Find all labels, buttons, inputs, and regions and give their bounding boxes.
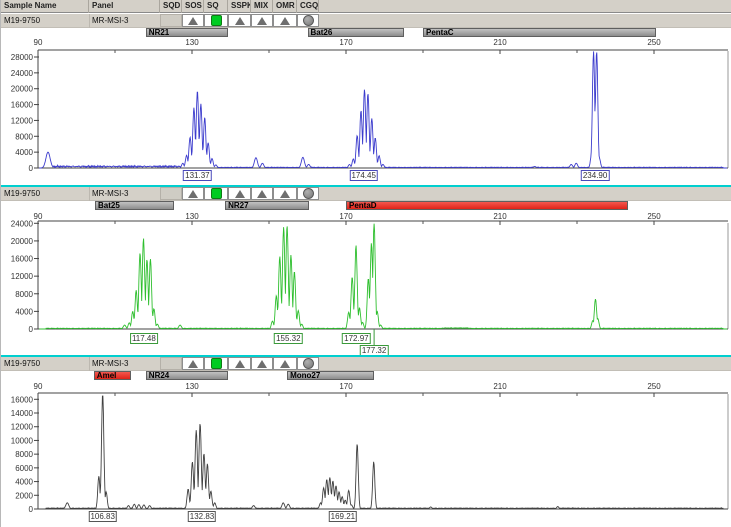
y-axis-tick-label: 4000: [15, 307, 33, 316]
y-axis-tick-label: 16000: [11, 255, 34, 264]
trace-line: [39, 51, 727, 168]
x-axis-tick-label: 250: [647, 212, 661, 221]
x-axis-tick-label: 90: [34, 382, 43, 391]
sample-panel-2: M19-9750MR-MSI-3Bat25NR27PentaD901301702…: [1, 187, 731, 355]
y-axis-tick-label: 0: [29, 164, 34, 173]
trace-line: [39, 224, 727, 329]
y-axis-tick-label: 16000: [11, 101, 34, 110]
y-axis-tick-label: 12000: [11, 116, 34, 125]
peak-size-label[interactable]: 169.21: [329, 511, 357, 522]
y-axis-tick-label: 8000: [15, 132, 33, 141]
column-header-sspk: SSPK: [228, 0, 251, 13]
x-axis-tick-label: 130: [185, 38, 199, 47]
column-header-mix: MIX: [251, 0, 273, 13]
y-axis-tick-label: 8000: [15, 290, 33, 299]
peak-size-label[interactable]: 155.32: [274, 333, 302, 344]
y-axis-tick-label: 6000: [15, 464, 33, 473]
sample-panel-3: M19-9750MR-MSI-3AmelNR24Mono279013017021…: [1, 357, 731, 527]
x-axis-tick-label: 170: [339, 382, 353, 391]
x-axis-tick-label: 130: [185, 212, 199, 221]
electropherogram-plot[interactable]: 90 130 170 210 250 0 4000 8000 12000 16000 20000 24…: [1, 187, 731, 355]
trace-line: [39, 396, 727, 509]
column-header-sample-name: Sample Name: [1, 0, 89, 13]
y-axis-tick-label: 0: [29, 505, 34, 514]
panel-separator: [1, 185, 731, 187]
column-header-sq: SQ: [204, 0, 228, 13]
x-axis-tick-label: 130: [185, 382, 199, 391]
x-axis-tick-label: 90: [34, 212, 43, 221]
column-header-omr: OMR: [273, 0, 297, 13]
y-axis-tick-label: 12000: [11, 423, 34, 432]
x-axis-tick-label: 210: [493, 38, 507, 47]
y-axis-tick-label: 20000: [11, 85, 34, 94]
column-header-sos: SOS: [182, 0, 204, 13]
y-axis-tick-label: 10000: [11, 436, 34, 445]
sample-panel-1: M19-9750MR-MSI-3NR21Bat26PentaC901301702…: [1, 14, 731, 185]
peak-size-label[interactable]: 106.83: [88, 511, 116, 522]
y-axis-tick-label: 24000: [11, 69, 34, 78]
peak-size-label[interactable]: 172.97: [342, 333, 370, 344]
y-axis-tick-label: 2000: [15, 491, 33, 500]
x-axis-tick-label: 90: [34, 38, 43, 47]
peak-size-label[interactable]: 132.83: [188, 511, 216, 522]
column-header-sqd: SQD: [160, 0, 182, 13]
peak-size-label[interactable]: 131.37: [183, 170, 211, 181]
x-axis-tick-label: 170: [339, 212, 353, 221]
column-header-panel: Panel: [89, 0, 160, 13]
x-axis-tick-label: 210: [493, 382, 507, 391]
y-axis-tick-label: 20000: [11, 237, 34, 246]
fragment-analysis-window: Sample NamePanelSQDSOSSQSSPKMIXOMRCGQ M1…: [0, 0, 731, 527]
x-axis-tick-label: 210: [493, 212, 507, 221]
electropherogram-plot[interactable]: 90 130 170 210 250 0 2000 4000 6000 8000 10000 1200…: [1, 357, 731, 527]
column-header-row: Sample NamePanelSQDSOSSQSSPKMIXOMRCGQ: [1, 0, 731, 13]
x-axis-tick-label: 170: [339, 38, 353, 47]
peak-size-label[interactable]: 174.45: [349, 170, 377, 181]
x-axis-tick-label: 250: [647, 38, 661, 47]
y-axis-tick-label: 4000: [15, 478, 33, 487]
x-axis-tick-label: 250: [647, 382, 661, 391]
panel-separator: [1, 355, 731, 357]
y-axis-tick-label: 16000: [11, 395, 34, 404]
y-axis-tick-label: 8000: [15, 450, 33, 459]
peak-size-label[interactable]: 117.48: [130, 333, 158, 344]
y-axis-tick-label: 24000: [11, 219, 34, 228]
y-axis-tick-label: 0: [29, 325, 34, 334]
electropherogram-plot[interactable]: 90 130 170 210 250 0 4000 8000 12000 16000 20000 24…: [1, 14, 731, 185]
peak-size-label[interactable]: 234.90: [581, 170, 609, 181]
y-axis-tick-label: 28000: [11, 53, 34, 62]
column-header-cgq: CGQ: [297, 0, 319, 13]
y-axis-tick-label: 12000: [11, 272, 34, 281]
y-axis-tick-label: 14000: [11, 409, 34, 418]
y-axis-tick-label: 4000: [15, 148, 33, 157]
